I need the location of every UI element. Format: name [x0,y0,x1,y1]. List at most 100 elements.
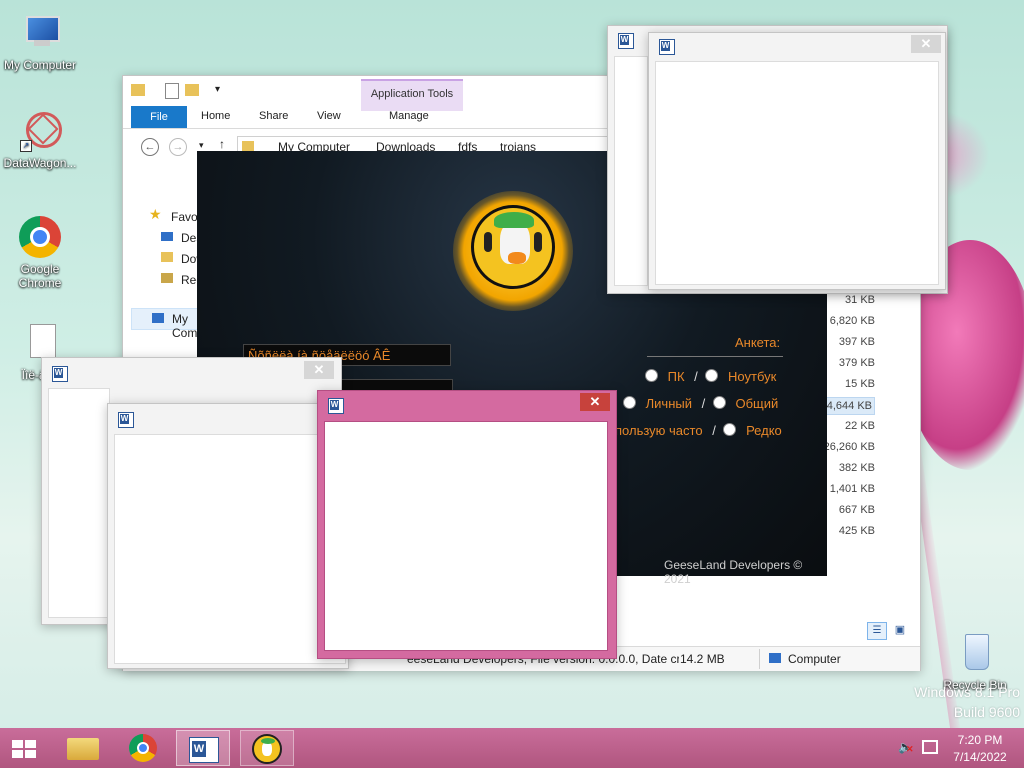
word-icon [659,39,675,55]
datawagon-icon: ↗ [18,110,62,154]
radio-personal[interactable] [623,396,636,409]
computer-small-icon [769,653,781,663]
close-button[interactable]: ✕ [911,35,941,53]
taskbar-geeseland[interactable] [240,730,294,766]
file-size: 397 KB [838,336,875,348]
word-icon [618,33,634,49]
computer-icon [18,12,62,56]
desktop-icon-recycle-bin[interactable]: Recycle Bin [935,632,1015,692]
word-icon [328,398,344,414]
desktop-icon-my-computer[interactable]: My Computer [0,12,80,72]
close-button[interactable]: ✕ [580,393,610,411]
contextual-group-label: Application Tools [370,88,454,100]
watermark-build: Build 9600 [953,704,1020,720]
desktop-icon-google-chrome[interactable]: Google Chrome [0,216,80,290]
file-size: 6,820 KB [829,315,875,327]
blank-window-inner[interactable]: ✕ [648,32,946,290]
tab-share[interactable]: Share [259,110,288,122]
window-content [324,421,608,651]
quick-access-toolbar: ▾ [131,82,231,100]
folder-icon [242,141,254,151]
radio-pc[interactable] [645,369,658,382]
window-content [48,388,110,618]
survey-title: Анкета: [735,335,781,350]
file-size: 22 KB [845,420,875,432]
tab-home[interactable]: Home [201,110,230,122]
survey-divider [647,356,783,357]
word-icon [118,412,134,428]
survey-row-frequency: пользую часто / Редко [615,423,782,438]
start-button[interactable] [0,730,48,766]
status-location: Computer [788,652,841,666]
radio-rarely[interactable] [723,423,737,436]
computer-small-icon [152,313,164,323]
clock[interactable]: 7:20 PM 7/14/2022 [944,733,1016,764]
desktop-icon-label: DataWagon... [3,156,77,170]
desktop-icon-datawagon[interactable]: ↗ DataWagon... [0,110,80,170]
word-icon [52,366,68,382]
nav-my-computer[interactable]: My Computer [131,308,225,340]
up-button[interactable]: ↑ [219,137,225,151]
folder-icon[interactable] [131,84,145,96]
file-size: 425 KB [838,525,875,537]
chrome-icon [18,216,62,260]
windows-logo-icon [12,740,36,758]
star-icon: ★ [149,206,162,222]
large-icons-view-button[interactable]: ▣ [891,622,909,638]
back-button[interactable]: ← [141,138,159,156]
taskbar-word[interactable]: W [176,730,230,766]
close-button[interactable]: ✕ [304,361,334,379]
network-icon[interactable] [922,740,938,754]
file-size: 1,401 KB [829,483,875,495]
desktop-small-icon [161,232,173,241]
clock-date: 7/14/2022 [953,750,1007,764]
status-divider [759,649,760,669]
file-size: 26,260 KB [823,441,875,453]
properties-icon[interactable] [165,83,179,99]
taskbar-chrome[interactable] [116,730,170,766]
new-folder-icon[interactable] [185,84,199,96]
blank-window-top-right[interactable]: ✕ [607,25,948,294]
installer-logo [453,191,573,311]
windows-watermark: Windows 8.1 Pro Build 9600 [898,684,1020,720]
recycle-bin-icon [953,632,997,676]
contextual-tab-group: Application Tools [361,79,463,111]
blank-window-active[interactable]: ✕ [317,390,617,659]
chrome-icon [129,734,157,762]
tab-view[interactable]: View [317,110,341,122]
taskbar: W 🔈 ✕ 7:20 PM 7/14/2022 [0,728,1024,768]
recent-small-icon [161,273,173,283]
tab-file[interactable]: File [131,106,187,128]
goose-mascot-icon [471,205,555,289]
taskbar-file-explorer[interactable] [56,730,110,766]
watermark-edition: Windows 8.1 Pro [914,684,1020,700]
window-content [114,434,346,664]
status-size: 14.2 MB [680,652,725,666]
file-size: 31 KB [845,294,875,306]
chevron-down-icon[interactable]: ▾ [215,84,220,95]
window-content [655,61,939,285]
downloads-small-icon [161,252,173,262]
installer-footer: GeeseLand Developers © 2021 [664,558,803,586]
file-size: 379 KB [838,357,875,369]
goose-mascot-icon [252,734,282,764]
tab-manage[interactable]: Manage [389,110,429,122]
blank-window-middle[interactable] [107,403,349,669]
details-view-button[interactable]: ☰ [867,622,887,640]
volume-muted-icon[interactable]: 🔈 ✕ [898,740,914,754]
desktop-icon-label: Google Chrome [18,262,62,290]
file-size: 382 KB [838,462,875,474]
recent-locations-icon[interactable]: ▾ [199,140,204,151]
radio-shared[interactable] [712,396,726,409]
window-content-sidebar [614,56,648,286]
folder-icon [67,738,99,760]
file-size: 667 KB [838,504,875,516]
radio-laptop[interactable] [705,369,719,382]
file-size: 15 KB [845,378,875,390]
survey-row-ownership: Личный / Общий [623,396,778,411]
forward-button[interactable]: → [169,138,187,156]
desktop-icon-label: My Computer [3,58,77,72]
word-icon: W [189,737,219,763]
survey-row-device: ПК / Ноутбук [645,369,776,384]
clock-time: 7:20 PM [957,733,1003,747]
